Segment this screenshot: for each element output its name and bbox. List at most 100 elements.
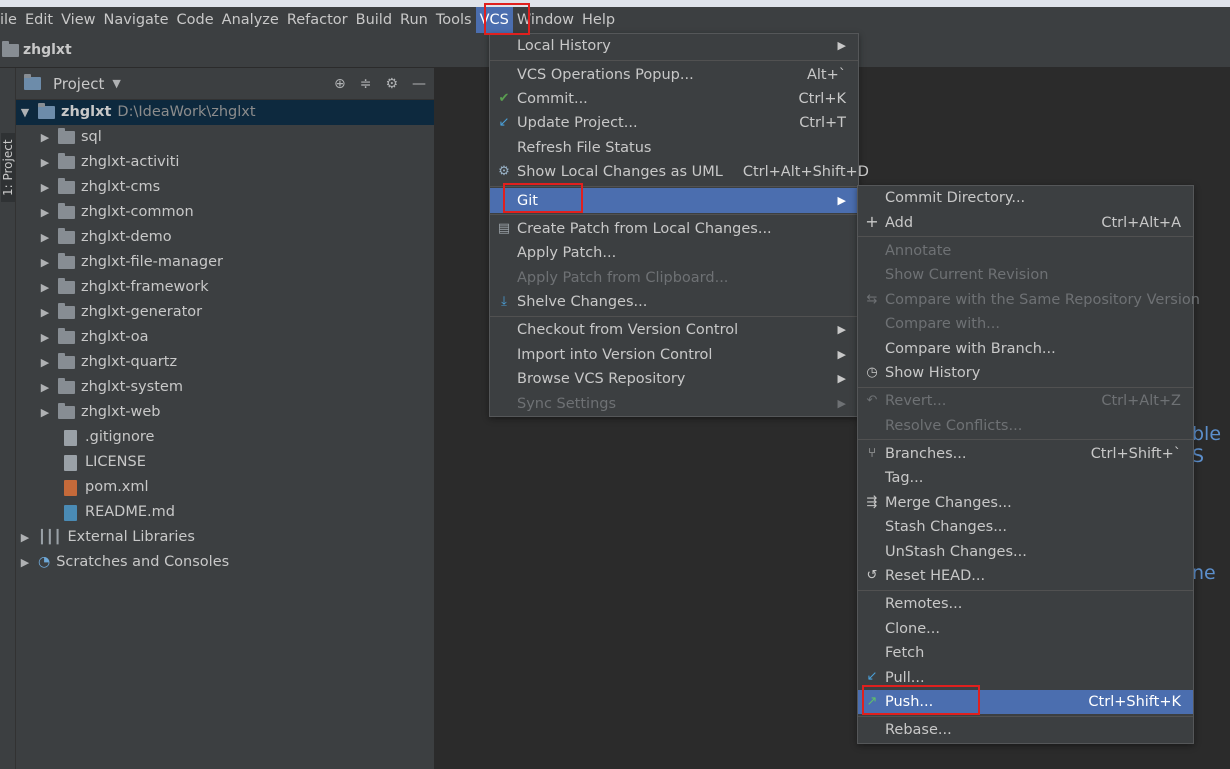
chevron-down-icon[interactable]: ▼ (112, 77, 120, 90)
external-libraries-row[interactable]: ▶ ┃┃┃ External Libraries (16, 525, 434, 550)
menu-item-label: Browse VCS Repository (517, 371, 686, 388)
menu-item-add[interactable]: + Add Ctrl+Alt+A (858, 210, 1193, 234)
expand-arrow-icon[interactable]: ▶ (18, 525, 32, 550)
expand-arrow-icon[interactable]: ▶ (18, 550, 32, 575)
tree-folder-row[interactable]: ▶ zhglxt-framework (16, 275, 434, 300)
expand-arrow-icon[interactable]: ▶ (38, 300, 52, 325)
tree-file-row[interactable]: LICENSE (16, 450, 434, 475)
menu-item-fetch[interactable]: Fetch (858, 641, 1193, 665)
menu-item-apply-patch[interactable]: Apply Patch... (490, 241, 858, 265)
minimize-icon[interactable]: — (412, 76, 426, 92)
menu-item-local-history[interactable]: Local History ▶ (490, 34, 858, 58)
menu-item-show-history[interactable]: ◷ Show History (858, 361, 1193, 385)
menu-help[interactable]: Help (578, 7, 619, 33)
expand-arrow-icon[interactable]: ▶ (38, 275, 52, 300)
locate-target-icon[interactable]: ⊕ (334, 76, 346, 92)
expand-arrow-icon[interactable]: ▶ (38, 400, 52, 425)
collapse-all-icon[interactable]: ≑ (360, 76, 372, 92)
menu-view[interactable]: View (57, 7, 99, 33)
tree-folder-row[interactable]: ▶ zhglxt-web (16, 400, 434, 425)
menu-item-commit[interactable]: ✔ Commit... Ctrl+K (490, 87, 858, 111)
tree-folder-row[interactable]: ▶ zhglxt-file-manager (16, 250, 434, 275)
menu-item-clone[interactable]: Clone... (858, 617, 1193, 641)
file-label: README.md (85, 504, 175, 520)
menu-item-vcs-operations-popup[interactable]: VCS Operations Popup... Alt+` (490, 62, 858, 86)
menu-item-compare-with[interactable]: Compare with... (858, 312, 1193, 336)
menu-item-create-patch[interactable]: ▤ Create Patch from Local Changes... (490, 217, 858, 241)
tree-folder-row[interactable]: ▶ zhglxt-demo (16, 225, 434, 250)
menu-item-label: Revert... (885, 393, 947, 410)
menu-item-unstash-changes[interactable]: UnStash Changes... (858, 539, 1193, 563)
tree-folder-row[interactable]: ▶ zhglxt-quartz (16, 350, 434, 375)
tree-folder-row[interactable]: ▶ zhglxt-system (16, 375, 434, 400)
menu-item-label: Stash Changes... (885, 519, 1008, 536)
menu-run[interactable]: Run (396, 7, 432, 33)
menu-code[interactable]: Code (173, 7, 218, 33)
tree-folder-row[interactable]: ▶ zhglxt-activiti (16, 150, 434, 175)
expand-arrow-icon[interactable]: ▶ (38, 150, 52, 175)
menu-item-update-project[interactable]: ↙ Update Project... Ctrl+T (490, 111, 858, 135)
menu-item-apply-patch-clipboard[interactable]: Apply Patch from Clipboard... (490, 266, 858, 290)
expand-arrow-icon[interactable]: ▶ (38, 225, 52, 250)
tree-file-row[interactable]: pom.xml (16, 475, 434, 500)
menu-item-tag[interactable]: Tag... (858, 466, 1193, 490)
project-view-selector[interactable]: Project (53, 75, 104, 93)
menu-item-shelve-changes[interactable]: ⤓ Shelve Changes... (490, 290, 858, 314)
tree-folder-row[interactable]: ▶ zhglxt-generator (16, 300, 434, 325)
menu-analyze[interactable]: Analyze (218, 7, 283, 33)
tree-folder-row[interactable]: ▶ zhglxt-oa (16, 325, 434, 350)
markdown-file-icon (64, 504, 77, 521)
menu-item-commit-directory[interactable]: Commit Directory... (858, 186, 1193, 210)
folder-label: zhglxt-system (81, 379, 183, 395)
library-icon: ┃┃┃ (38, 530, 62, 545)
expand-arrow-icon[interactable]: ▶ (38, 175, 52, 200)
menu-item-reset-head[interactable]: ↺ Reset HEAD... (858, 564, 1193, 588)
menu-item-revert[interactable]: ↶ Revert... Ctrl+Alt+Z (858, 389, 1193, 413)
menu-item-stash-changes[interactable]: Stash Changes... (858, 515, 1193, 539)
project-folder-icon (2, 40, 19, 57)
expand-arrow-icon[interactable]: ▶ (38, 200, 52, 225)
menu-item-refresh-file-status[interactable]: Refresh File Status (490, 136, 858, 160)
menu-item-rebase[interactable]: Rebase... (858, 718, 1193, 742)
scratches-row[interactable]: ▶ ◔ Scratches and Consoles (16, 550, 434, 575)
shelve-icon: ⤓ (501, 293, 507, 309)
folder-icon (58, 178, 75, 194)
expand-arrow-icon[interactable]: ▶ (38, 325, 52, 350)
expand-arrow-icon[interactable]: ▶ (38, 125, 52, 150)
tree-file-row[interactable]: README.md (16, 500, 434, 525)
menu-file[interactable]: ile (0, 7, 21, 33)
menu-item-checkout-vcs[interactable]: Checkout from Version Control ▶ (490, 318, 858, 342)
menu-item-browse-vcs-repository[interactable]: Browse VCS Repository ▶ (490, 367, 858, 391)
expand-arrow-icon[interactable]: ▶ (38, 250, 52, 275)
menu-refactor[interactable]: Refactor (283, 7, 352, 33)
menu-item-merge-changes[interactable]: ⇶ Merge Changes... (858, 491, 1193, 515)
menu-item-compare-same-repo-version[interactable]: ⇆ Compare with the Same Repository Versio… (858, 288, 1200, 312)
menu-item-sync-settings[interactable]: Sync Settings ▶ (490, 391, 858, 415)
menu-item-show-local-changes-uml[interactable]: ⚙ Show Local Changes as UML Ctrl+Alt+Shift… (490, 160, 869, 184)
menu-item-resolve-conflicts[interactable]: Resolve Conflicts... (858, 414, 1193, 438)
menu-build[interactable]: Build (352, 7, 396, 33)
tree-file-row[interactable]: .gitignore (16, 425, 434, 450)
menu-item-show-current-revision[interactable]: Show Current Revision (858, 263, 1193, 287)
tree-folder-row[interactable]: ▶ zhglxt-common (16, 200, 434, 225)
expand-arrow-icon[interactable]: ▶ (38, 350, 52, 375)
menu-item-import-vcs[interactable]: Import into Version Control ▶ (490, 343, 858, 367)
menu-item-branches[interactable]: ⑂ Branches... Ctrl+Shift+` (858, 442, 1193, 466)
menu-item-annotate[interactable]: Annotate (858, 239, 1193, 263)
menu-tools[interactable]: Tools (432, 7, 476, 33)
nav-project-name[interactable]: zhglxt (23, 42, 72, 58)
menu-separator (490, 59, 858, 61)
editor-hint-text: ble S (1192, 423, 1222, 467)
project-tool-button[interactable]: 1: Project (1, 133, 15, 202)
tree-folder-row[interactable]: ▶ zhglxt-cms (16, 175, 434, 200)
tree-root-row[interactable]: ▼ zhglxt D:\IdeaWork\zhglxt (16, 100, 434, 125)
menu-item-remotes[interactable]: Remotes... (858, 592, 1193, 616)
expand-arrow-icon[interactable]: ▶ (38, 375, 52, 400)
menu-navigate[interactable]: Navigate (100, 7, 173, 33)
expand-arrow-icon[interactable]: ▼ (18, 100, 32, 125)
tree-folder-row[interactable]: ▶ sql (16, 125, 434, 150)
folder-icon (58, 228, 75, 244)
menu-edit[interactable]: Edit (21, 7, 57, 33)
gear-icon[interactable]: ⚙ (385, 76, 398, 92)
menu-item-compare-with-branch[interactable]: Compare with Branch... (858, 336, 1193, 360)
